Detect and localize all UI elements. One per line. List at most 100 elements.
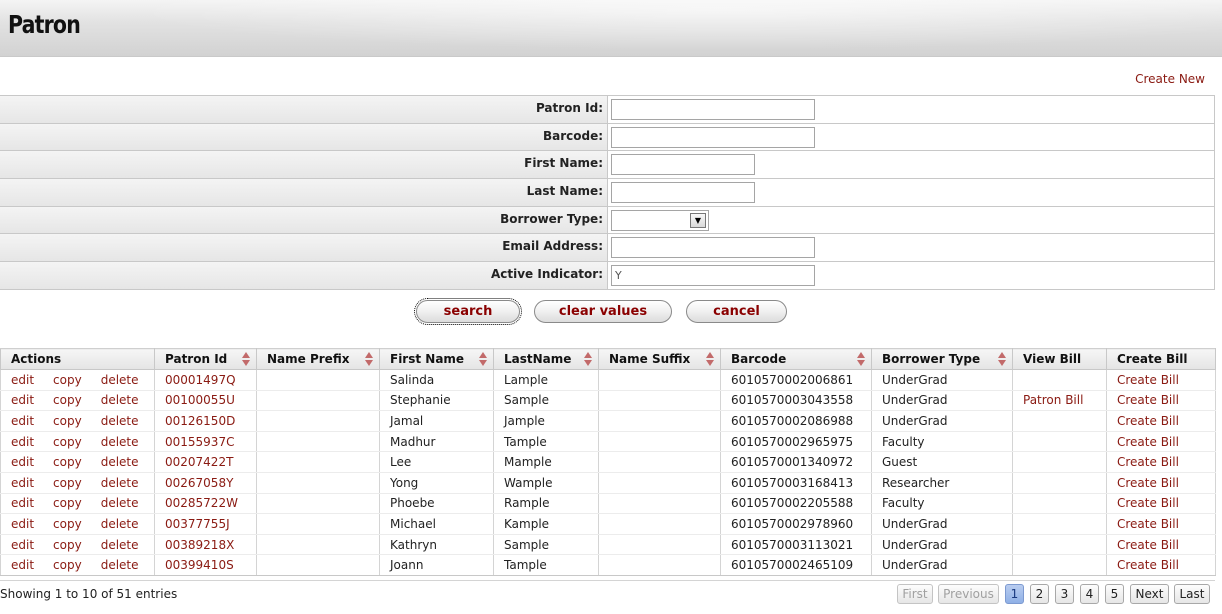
create-bill-cell[interactable]: Create Bill (1106, 369, 1216, 391)
sort-arrows-icon[interactable] (242, 352, 250, 367)
copy-link[interactable]: copy (53, 476, 82, 490)
criteria-row-borrower-type: Borrower Type: ▼ (0, 206, 1214, 235)
delete-link[interactable]: delete (101, 414, 139, 428)
patron-id-cell[interactable]: 00399410S (154, 554, 257, 576)
create-bill-cell[interactable]: Create Bill (1106, 390, 1216, 412)
patron-id-cell[interactable]: 00126150D (154, 410, 257, 432)
create-bill-cell[interactable]: Create Bill (1106, 410, 1216, 432)
patron-id-cell[interactable]: 00155937C (154, 431, 257, 453)
name-suffix-cell (598, 390, 721, 412)
copy-link[interactable]: copy (53, 558, 82, 572)
patron-id-cell[interactable]: 00377755J (154, 513, 257, 535)
borrower-type-select[interactable]: ▼ (611, 209, 709, 231)
patron-id-input[interactable] (611, 99, 815, 120)
sort-arrows-icon[interactable] (584, 352, 592, 367)
email-address-input[interactable] (611, 237, 815, 259)
column-header-create-bill: Create Bill (1106, 348, 1216, 370)
create-bill-cell[interactable]: Create Bill (1106, 493, 1216, 515)
patron-id-cell[interactable]: 00001497Q (154, 369, 257, 391)
search-button[interactable]: search (414, 298, 522, 325)
first-name-input[interactable] (611, 154, 755, 176)
column-header-patron-id[interactable]: Patron Id (154, 348, 257, 370)
copy-link[interactable]: copy (53, 435, 82, 449)
edit-link[interactable]: edit (11, 393, 34, 407)
sort-arrows-icon[interactable] (479, 352, 487, 367)
pager-first-button[interactable]: First (897, 584, 933, 604)
sort-arrows-icon[interactable] (998, 352, 1006, 367)
active-indicator-input[interactable] (611, 265, 815, 287)
pager-page-2[interactable]: 2 (1030, 584, 1049, 604)
cancel-button[interactable]: cancel (686, 300, 787, 323)
patron-id-cell[interactable]: 00389218X (154, 534, 257, 556)
pager-page-5[interactable]: 5 (1105, 584, 1124, 604)
create-bill-cell[interactable]: Create Bill (1106, 451, 1216, 473)
pager-page-1[interactable]: 1 (1005, 584, 1024, 604)
edit-link[interactable]: edit (11, 455, 34, 469)
patron-id-cell[interactable]: 00100055U (154, 390, 257, 412)
clear-values-button[interactable]: clear values (534, 300, 672, 323)
first-name-cell: Kathryn (379, 534, 494, 556)
patron-id-cell[interactable]: 00267058Y (154, 472, 257, 494)
pager-page-4[interactable]: 4 (1080, 584, 1099, 604)
copy-link[interactable]: copy (53, 414, 82, 428)
sort-arrows-icon[interactable] (365, 352, 373, 367)
first-name-cell: Lee (379, 451, 494, 473)
pager-page-3[interactable]: 3 (1055, 584, 1074, 604)
edit-link[interactable]: edit (11, 517, 34, 531)
sort-arrows-icon[interactable] (857, 352, 865, 367)
view-bill-cell[interactable]: Patron Bill (1012, 390, 1107, 412)
delete-link[interactable]: delete (101, 393, 139, 407)
create-bill-cell[interactable]: Create Bill (1106, 554, 1216, 576)
actions-cell: edit copy delete (0, 534, 155, 556)
copy-link[interactable]: copy (53, 517, 82, 531)
delete-link[interactable]: delete (101, 558, 139, 572)
column-header-name-suffix[interactable]: Name Suffix (598, 348, 721, 370)
column-header-name-prefix[interactable]: Name Prefix (256, 348, 380, 370)
delete-link[interactable]: delete (101, 373, 139, 387)
copy-link[interactable]: copy (53, 538, 82, 552)
view-bill-cell (1012, 369, 1107, 391)
copy-link[interactable]: copy (53, 496, 82, 510)
delete-link[interactable]: delete (101, 496, 139, 510)
create-bill-cell[interactable]: Create Bill (1106, 431, 1216, 453)
edit-link[interactable]: edit (11, 476, 34, 490)
edit-link[interactable]: edit (11, 558, 34, 572)
page-header: Patron (0, 0, 1222, 57)
actions-cell: edit copy delete (0, 513, 155, 535)
delete-link[interactable]: delete (101, 476, 139, 490)
column-header-last-name[interactable]: LastName (493, 348, 599, 370)
patron-id-cell[interactable]: 00285722W (154, 493, 257, 515)
delete-link[interactable]: delete (101, 455, 139, 469)
sort-arrows-icon[interactable] (706, 352, 714, 367)
create-new-link[interactable]: Create New (1135, 72, 1205, 86)
delete-link[interactable]: delete (101, 517, 139, 531)
column-header-first-name[interactable]: First Name (379, 348, 494, 370)
pager-previous-button[interactable]: Previous (938, 584, 999, 604)
last-name-input[interactable] (611, 182, 755, 204)
edit-link[interactable]: edit (11, 435, 34, 449)
create-bill-cell[interactable]: Create Bill (1106, 513, 1216, 535)
name-prefix-cell (256, 534, 380, 556)
table-bottom-strip (0, 575, 1215, 581)
pager-next-button[interactable]: Next (1130, 584, 1169, 604)
edit-link[interactable]: edit (11, 373, 34, 387)
edit-link[interactable]: edit (11, 538, 34, 552)
barcode-input[interactable] (611, 126, 815, 148)
borrower-type-cell: UnderGrad (871, 534, 1013, 556)
column-header-barcode[interactable]: Barcode (720, 348, 872, 370)
delete-link[interactable]: delete (101, 435, 139, 449)
pager-last-button[interactable]: Last (1174, 584, 1210, 604)
create-bill-cell[interactable]: Create Bill (1106, 472, 1216, 494)
create-bill-cell[interactable]: Create Bill (1106, 534, 1216, 556)
column-header-borrower-type[interactable]: Borrower Type (871, 348, 1013, 370)
dropdown-arrow-icon[interactable]: ▼ (690, 212, 706, 228)
patron-id-cell[interactable]: 00207422T (154, 451, 257, 473)
actions-cell: edit copy delete (0, 472, 155, 494)
delete-link[interactable]: delete (101, 538, 139, 552)
copy-link[interactable]: copy (53, 373, 82, 387)
copy-link[interactable]: copy (53, 393, 82, 407)
edit-link[interactable]: edit (11, 496, 34, 510)
copy-link[interactable]: copy (53, 455, 82, 469)
edit-link[interactable]: edit (11, 414, 34, 428)
last-name-label: Last Name: (0, 179, 608, 206)
